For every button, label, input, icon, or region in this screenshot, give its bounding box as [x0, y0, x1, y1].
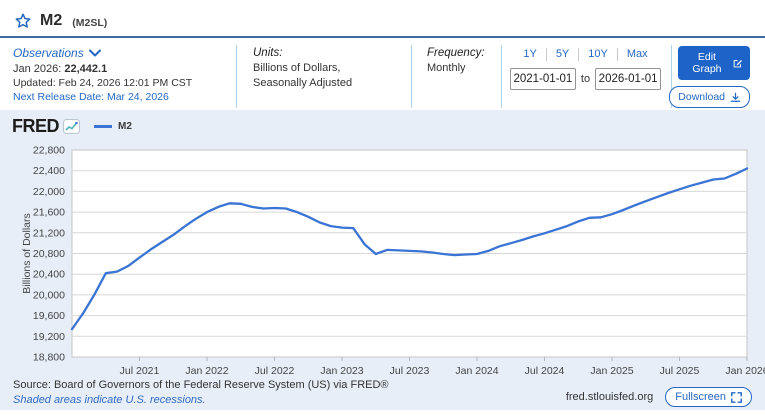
chart-header: FRED M2 [0, 110, 765, 135]
y-axis-title: Billions of Dollars [21, 213, 33, 294]
y-axis-tick-label: 22,400 [33, 165, 65, 177]
fred-wordmark: FRED [12, 116, 59, 137]
frequency-label: Frequency: [427, 46, 495, 61]
y-axis-tick-label: 20,400 [33, 269, 65, 281]
fred-series-page: M2 (M2SL) Observations Jan 2026: 22,442.… [0, 0, 765, 419]
m2-line-chart[interactable]: 18,800 19,200 19,600 20,000 20,400 20,800 21,2… [0, 142, 765, 378]
latest-observation-value: 22,442.1 [64, 63, 107, 75]
date-range-to-label: to [581, 73, 590, 85]
preset-10y[interactable]: 10Y [579, 48, 618, 61]
frequency-value: Monthly [427, 61, 495, 76]
y-axis-tick-label: 20,000 [33, 289, 65, 301]
y-axis-tick-label: 22,800 [33, 145, 65, 157]
y-axis-tick-label: 21,600 [33, 207, 65, 219]
y-axis-tick-label: 18,800 [33, 352, 65, 364]
chart-footer-right: fred.stlouisfed.org Fullscreen [566, 387, 752, 408]
chart-legend: M2 [94, 121, 132, 132]
download-button[interactable]: Download [669, 86, 750, 108]
observations-dropdown[interactable]: Observations [13, 46, 228, 60]
fullscreen-button[interactable]: Fullscreen [665, 387, 752, 407]
download-icon [730, 92, 741, 103]
x-axis-tick-label: Jan 2024 [455, 365, 498, 377]
date-range-row: to [510, 68, 661, 90]
site-url: fred.stlouisfed.org [566, 391, 653, 403]
legend-series-label: M2 [118, 121, 132, 132]
fred-logo[interactable]: FRED [12, 116, 80, 137]
edit-graph-label: Edit Graph [686, 51, 728, 75]
x-axis-tick-label: Jul 2021 [120, 365, 160, 377]
y-axis-tick-label: 19,200 [33, 331, 65, 343]
recessions-note-link[interactable]: Shaded areas indicate U.S. recessions. [13, 393, 389, 408]
latest-observation-date: Jan 2026: [13, 63, 61, 75]
end-date-input[interactable] [595, 68, 661, 90]
observations-column: Observations Jan 2026: 22,442.1 Updated:… [0, 45, 237, 108]
preset-5y[interactable]: 5Y [547, 48, 579, 61]
frequency-column: Frequency: Monthly [412, 45, 502, 108]
units-value-line2: Seasonally Adjusted [253, 76, 403, 91]
y-axis-tick-label: 20,800 [33, 248, 65, 260]
fullscreen-expand-icon [731, 392, 742, 403]
legend-line-swatch [94, 125, 112, 128]
x-axis-tick-label: Jul 2023 [390, 365, 430, 377]
units-label: Units: [253, 46, 403, 61]
info-bar: Observations Jan 2026: 22,442.1 Updated:… [0, 38, 765, 108]
x-axis-tick-label: Jul 2024 [525, 365, 565, 377]
page-title: M2 [40, 12, 62, 30]
units-value-line1: Billions of Dollars, [253, 61, 403, 76]
y-axis-tick-label: 22,000 [33, 186, 65, 198]
chart-footer-left: Source: Board of Governors of the Federa… [13, 378, 389, 408]
chart-footer: Source: Board of Governors of the Federa… [0, 378, 765, 408]
x-axis-tick-label: Jan 2026 [725, 365, 765, 377]
start-date-input[interactable] [510, 68, 576, 90]
source-attribution: Source: Board of Governors of the Federa… [13, 378, 389, 393]
fullscreen-label: Fullscreen [675, 391, 726, 403]
latest-observation: Jan 2026: 22,442.1 [13, 62, 228, 76]
x-axis-tick-label: Jan 2022 [185, 365, 228, 377]
x-axis-tick-label: Jul 2025 [660, 365, 700, 377]
download-label: Download [678, 91, 725, 103]
preset-1y[interactable]: 1Y [514, 48, 546, 61]
range-presets: 1Y 5Y 10Y Max [510, 48, 661, 61]
date-range-column: 1Y 5Y 10Y Max to [502, 45, 672, 108]
preset-max[interactable]: Max [618, 48, 657, 61]
favorite-star-icon[interactable] [14, 12, 32, 30]
observations-label: Observations [13, 46, 84, 60]
actions-column: Edit Graph Download [672, 45, 765, 108]
x-axis-tick-label: Jan 2023 [320, 365, 363, 377]
units-column: Units: Billions of Dollars, Seasonally A… [237, 45, 412, 108]
y-axis-tick-label: 19,600 [33, 310, 65, 322]
y-axis-tick-label: 21,200 [33, 227, 65, 239]
updated-timestamp: Updated: Feb 24, 2026 12:01 PM CST [13, 76, 228, 90]
chart-section: FRED M2 18,800 19,200 19,600 20,000 20,400 20… [0, 110, 765, 410]
edit-graph-button[interactable]: Edit Graph [678, 46, 750, 80]
next-release-link[interactable]: Next Release Date: Mar 24, 2026 [13, 90, 228, 104]
x-axis-tick-label: Jan 2025 [590, 365, 633, 377]
chevron-down-icon [89, 49, 101, 57]
title-bar: M2 (M2SL) [0, 0, 765, 38]
x-axis-tick-label: Jul 2022 [255, 365, 295, 377]
fred-chart-icon [63, 119, 80, 134]
series-id: (M2SL) [72, 17, 107, 29]
edit-pencil-icon [733, 58, 742, 69]
